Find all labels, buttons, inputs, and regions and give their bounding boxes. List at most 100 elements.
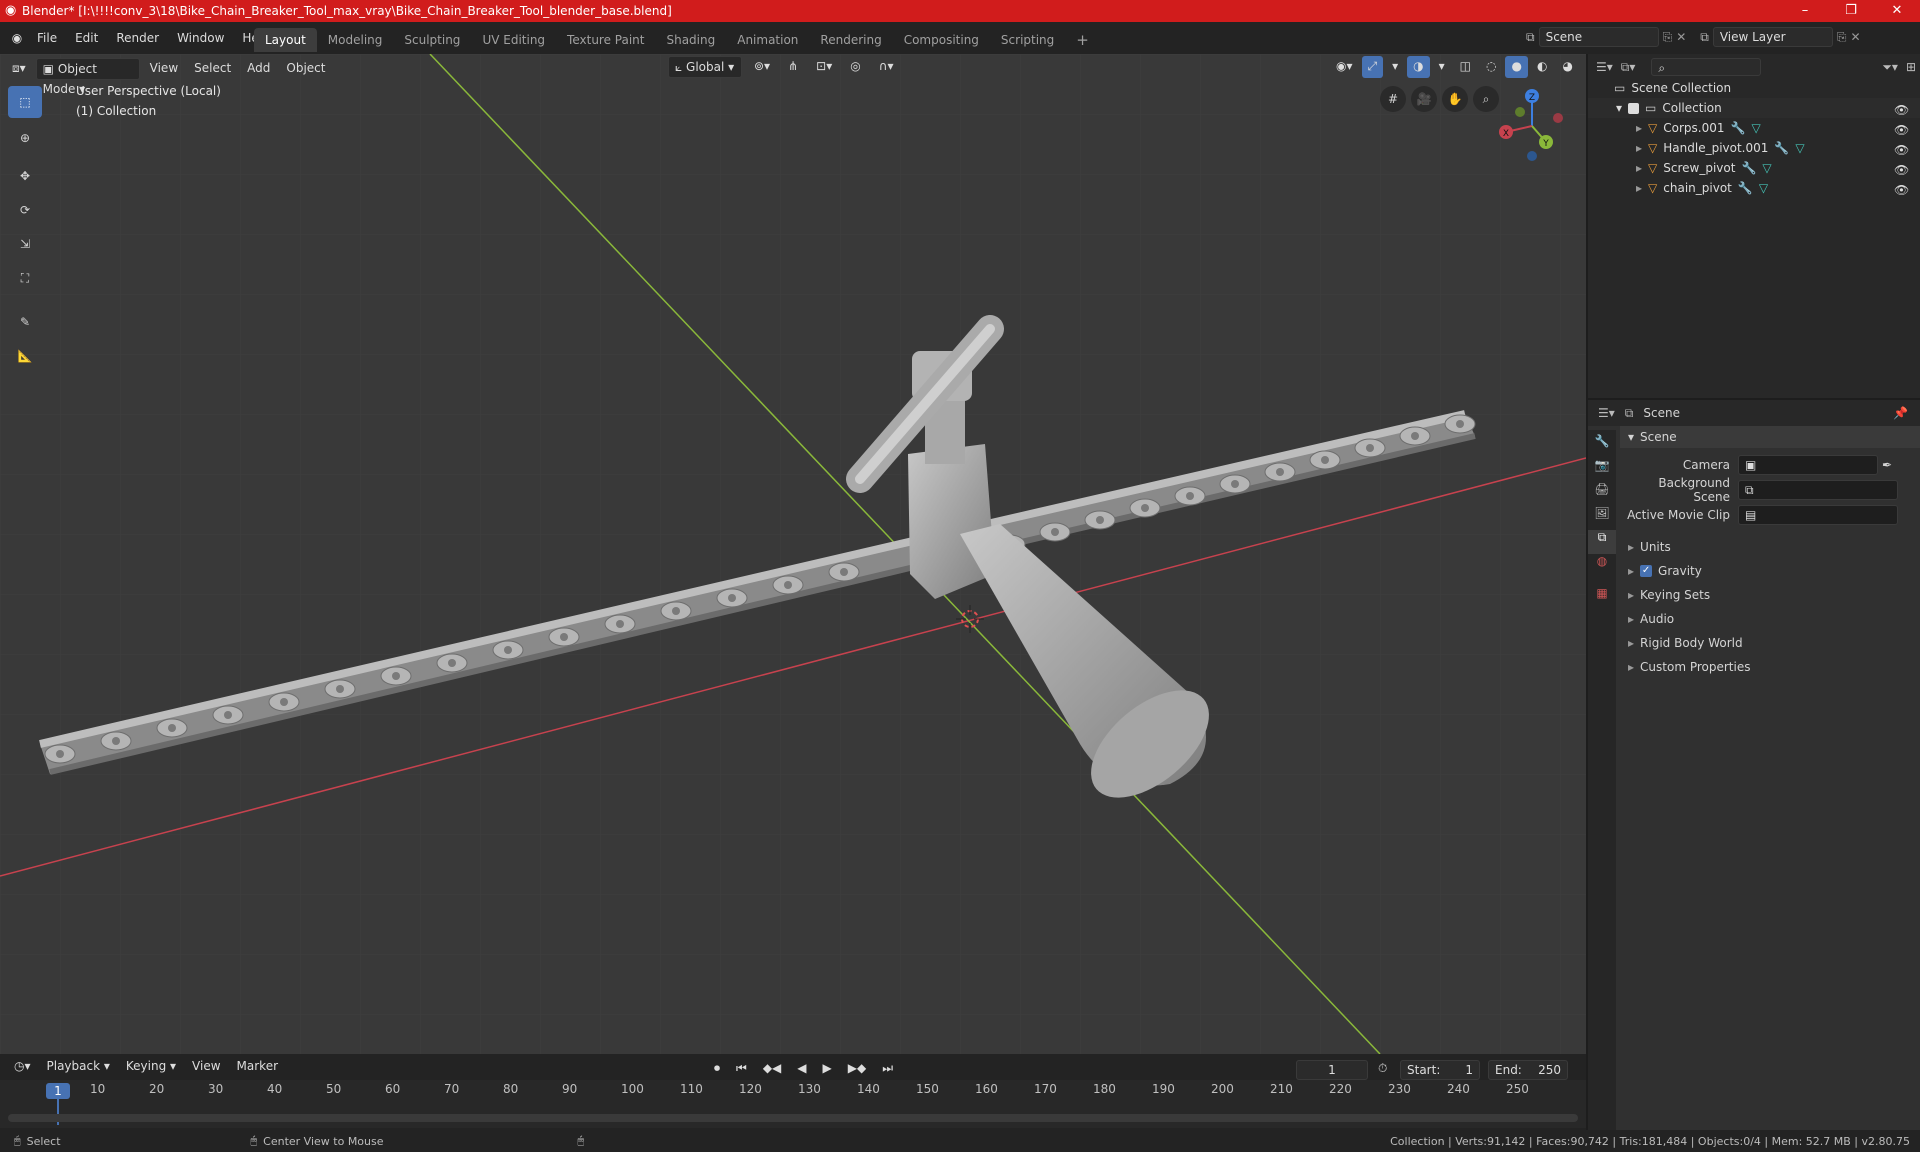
- display-mode-icon[interactable]: ⧉▾: [1621, 60, 1636, 75]
- gizmo-dropdown-icon[interactable]: ▾: [1386, 56, 1404, 78]
- collection-row[interactable]: ▾ ▭ Collection 👁: [1588, 98, 1920, 118]
- tab-layout[interactable]: Layout: [254, 28, 317, 52]
- marker-menu[interactable]: Marker: [231, 1056, 284, 1078]
- tab-uv-editing[interactable]: UV Editing: [471, 28, 556, 52]
- tab-shading[interactable]: Shading: [655, 28, 726, 52]
- view-layer-icon[interactable]: ⧉: [1700, 30, 1709, 45]
- tab-compositing[interactable]: Compositing: [893, 28, 990, 52]
- prev-keyframe-icon[interactable]: ◆◀: [757, 1058, 787, 1080]
- solid-shading-icon[interactable]: ●: [1505, 56, 1528, 78]
- new-collection-icon[interactable]: ⊞: [1906, 60, 1916, 74]
- output-tab-icon[interactable]: 🖨: [1588, 482, 1616, 506]
- object-menu[interactable]: Object: [280, 58, 331, 80]
- outliner-object-row[interactable]: ▸ ▽ chain_pivot 🔧 ▽ 👁: [1588, 178, 1920, 198]
- jump-start-icon[interactable]: ⏮: [730, 1058, 753, 1080]
- scene-collection-row[interactable]: ▭ Scene Collection: [1588, 78, 1920, 98]
- camera-field[interactable]: ▣: [1738, 455, 1878, 475]
- snap-icon[interactable]: ⋔: [782, 56, 804, 78]
- expand-object-icon[interactable]: ▸: [1636, 141, 1642, 155]
- audio-section[interactable]: ▸ Audio: [1620, 608, 1920, 630]
- tab-modeling[interactable]: Modeling: [317, 28, 394, 52]
- custom-properties-section[interactable]: ▸ Custom Properties: [1620, 656, 1920, 678]
- material-shading-icon[interactable]: ◐: [1531, 56, 1553, 78]
- eyedropper-icon[interactable]: ✒: [1882, 458, 1892, 472]
- menu-render[interactable]: Render: [107, 27, 168, 49]
- play-reverse-icon[interactable]: ◀: [791, 1058, 812, 1080]
- render-tab-icon[interactable]: 📷: [1588, 458, 1616, 482]
- xray-icon[interactable]: ◫: [1454, 56, 1477, 78]
- annotate-tool[interactable]: ✎: [8, 306, 42, 338]
- rendered-shading-icon[interactable]: ◕: [1556, 56, 1578, 78]
- falloff-icon[interactable]: ∩▾: [873, 56, 900, 78]
- menu-edit[interactable]: Edit: [66, 27, 107, 49]
- grid-view-icon[interactable]: #: [1380, 86, 1406, 112]
- gizmo-toggle-icon[interactable]: ⤢: [1361, 56, 1384, 78]
- world-tab-icon[interactable]: ◍: [1588, 554, 1616, 578]
- scene-panel-header[interactable]: ▾ Scene: [1620, 426, 1920, 448]
- view-layer-tab-icon[interactable]: 🖼: [1588, 506, 1616, 530]
- move-tool[interactable]: ✥: [8, 160, 42, 192]
- scene-tab-icon[interactable]: ⧉: [1588, 530, 1616, 554]
- rotate-tool[interactable]: ⟳: [8, 194, 42, 226]
- outliner-object-row[interactable]: ▸ ▽ Corps.001 🔧 ▽ 👁: [1588, 118, 1920, 138]
- end-frame-field[interactable]: End: 250: [1488, 1060, 1568, 1080]
- keying-menu[interactable]: Keying ▾: [120, 1056, 182, 1078]
- expand-collection-icon[interactable]: ▾: [1616, 101, 1622, 115]
- wireframe-shading-icon[interactable]: ◌: [1480, 56, 1502, 78]
- outliner-object-row[interactable]: ▸ ▽ Handle_pivot.001 🔧 ▽ 👁: [1588, 138, 1920, 158]
- timeline-view-menu[interactable]: View: [186, 1056, 226, 1078]
- tool-tab-icon[interactable]: 🔧: [1588, 434, 1616, 458]
- delete-view-layer-icon[interactable]: ✕: [1850, 30, 1860, 44]
- units-section[interactable]: ▸ Units: [1620, 536, 1920, 558]
- texture-tab-icon[interactable]: ▦: [1588, 586, 1616, 610]
- editor-type-icon[interactable]: ⧈▾: [6, 58, 32, 80]
- playhead-frame[interactable]: 1: [46, 1083, 70, 1099]
- measure-tool[interactable]: 📐: [8, 340, 42, 372]
- expand-object-icon[interactable]: ▸: [1636, 181, 1642, 195]
- record-icon[interactable]: ⏺: [708, 1058, 726, 1080]
- timeline-scrollbar[interactable]: [8, 1114, 1578, 1122]
- current-frame-field[interactable]: 1: [1296, 1060, 1368, 1080]
- transform-orientation-selector[interactable]: ⟀ Global ▾: [668, 56, 742, 78]
- tab-sculpting[interactable]: Sculpting: [393, 28, 471, 52]
- object-eye-icon[interactable]: 👁: [1894, 123, 1909, 137]
- outliner-object-row[interactable]: ▸ ▽ Screw_pivot 🔧 ▽ 👁: [1588, 158, 1920, 178]
- camera-view-icon[interactable]: 🎥: [1411, 86, 1437, 112]
- tab-scripting[interactable]: Scripting: [990, 28, 1065, 52]
- timer-icon[interactable]: ⏱: [1378, 1061, 1387, 1076]
- jump-end-icon[interactable]: ⏭: [876, 1058, 899, 1080]
- gravity-checkbox[interactable]: ✓: [1640, 565, 1653, 577]
- object-eye-icon[interactable]: 👁: [1894, 143, 1909, 157]
- start-frame-field[interactable]: Start: 1: [1400, 1060, 1480, 1080]
- minimize-button[interactable]: –: [1782, 0, 1828, 22]
- add-menu[interactable]: Add: [241, 58, 276, 80]
- 3d-viewport[interactable]: ⧈▾ ▣ Object Mode ▾ View Select Add Objec…: [0, 54, 1586, 1054]
- proportional-edit-icon[interactable]: ◎: [844, 56, 866, 78]
- keying-sets-section[interactable]: ▸ Keying Sets: [1620, 584, 1920, 606]
- timeline-ruler[interactable]: 1 10 20 30 40 50 60 70 80 90 100 110 120 130 140 150 16…: [0, 1080, 1586, 1128]
- filter-icon[interactable]: ⏷▾: [1882, 60, 1898, 75]
- gravity-section[interactable]: ▸ ✓ Gravity: [1620, 560, 1920, 582]
- visibility-icon[interactable]: ◉▾: [1330, 56, 1359, 78]
- tab-rendering[interactable]: Rendering: [809, 28, 892, 52]
- view-layer-selector[interactable]: View Layer: [1712, 27, 1833, 47]
- timeline-editor-type-icon[interactable]: ◷▾: [8, 1056, 37, 1078]
- new-scene-icon[interactable]: ⎘: [1663, 30, 1673, 45]
- scene-selector[interactable]: Scene: [1538, 27, 1659, 47]
- maximize-button[interactable]: ❐: [1828, 0, 1874, 22]
- blender-menu-icon[interactable]: ◉: [6, 31, 28, 45]
- pivot-point-icon[interactable]: ⊚▾: [748, 56, 776, 78]
- view-menu[interactable]: View: [144, 58, 184, 80]
- close-button[interactable]: ✕: [1874, 0, 1920, 22]
- mode-selector[interactable]: ▣ Object Mode ▾: [35, 58, 140, 96]
- pin-icon[interactable]: 📌: [1893, 406, 1908, 420]
- active-movie-clip-field[interactable]: ▤: [1738, 505, 1898, 525]
- pan-view-icon[interactable]: ✋: [1442, 86, 1468, 112]
- tab-texture-paint[interactable]: Texture Paint: [556, 28, 655, 52]
- add-workspace-button[interactable]: +: [1065, 28, 1100, 52]
- properties-editor-type-icon[interactable]: ☰▾: [1598, 406, 1615, 420]
- new-view-layer-icon[interactable]: ⎘: [1837, 30, 1847, 45]
- overlays-toggle-icon[interactable]: ◑: [1407, 56, 1430, 78]
- play-icon[interactable]: ▶: [817, 1058, 838, 1080]
- outliner-search-input[interactable]: ⌕: [1651, 58, 1762, 76]
